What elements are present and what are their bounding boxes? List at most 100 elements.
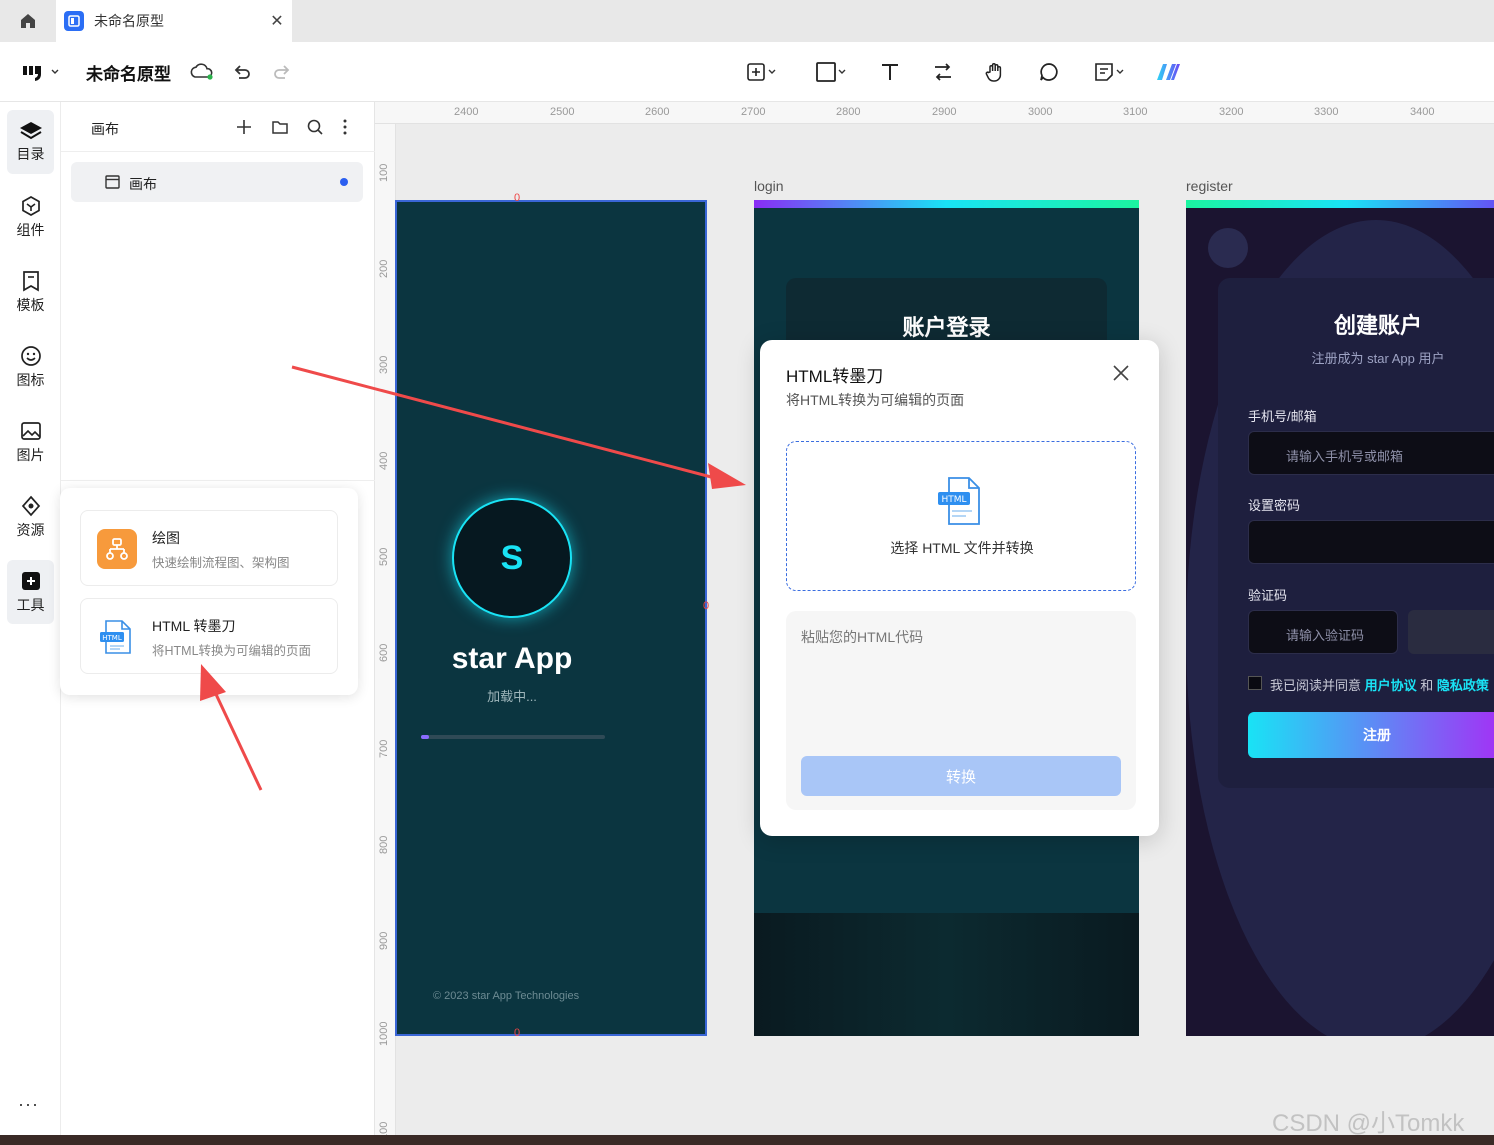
loading-progress-fill: [421, 735, 429, 739]
agree-prefix: 我已阅读并同意: [1270, 678, 1362, 693]
canvas-list-item[interactable]: 画布: [71, 162, 363, 202]
send-code-button[interactable]: [1408, 610, 1494, 654]
splash-app-name: star App: [451, 642, 573, 675]
add-page-button[interactable]: [738, 56, 784, 88]
more-menu-button[interactable]: ···: [18, 1094, 39, 1115]
phone-placeholder: 请输入手机号或邮箱: [1286, 449, 1404, 464]
comment-icon: [1040, 63, 1058, 81]
phone-input[interactable]: 请输入手机号或邮箱: [1248, 431, 1494, 475]
chevron-down-icon: [838, 69, 846, 74]
html-code-textarea[interactable]: 粘贴您的HTML代码 转换: [786, 611, 1136, 810]
password-label: 设置密码: [1248, 498, 1301, 513]
rail-item-icons[interactable]: 图标: [7, 335, 54, 399]
ruler-tick: 100: [378, 1121, 390, 1135]
component-icon: [21, 195, 40, 216]
dialog-close-button[interactable]: [1110, 362, 1132, 384]
main-menu-button[interactable]: [16, 56, 64, 88]
cloud-sync-button[interactable]: [188, 56, 216, 88]
document-title[interactable]: 未命名原型: [86, 60, 171, 85]
phone-label: 手机号/邮箱: [1248, 409, 1317, 424]
template-icon: [22, 270, 39, 291]
app-icon: [64, 11, 84, 31]
tool-card-html-to-modao[interactable]: HTML HTML 转墨刀 将HTML转换为可编辑的页面: [80, 598, 338, 674]
tools-popup: 绘图 快速绘制流程图、架构图 HTML HTML 转墨刀 将HTML转换为可编辑…: [60, 488, 358, 695]
connector-tool-button[interactable]: [929, 56, 957, 88]
password-input[interactable]: [1248, 520, 1494, 564]
svg-text:HTML: HTML: [102, 634, 122, 642]
taskbar-strip: [0, 1135, 1494, 1145]
undo-button[interactable]: [228, 56, 256, 88]
modao-logo-icon: [23, 66, 41, 81]
connector-icon: [935, 63, 951, 81]
more-options-button[interactable]: [334, 116, 356, 138]
code-label: 验证码: [1248, 588, 1288, 603]
tab-title: 未命名原型: [94, 13, 164, 29]
text-tool-button[interactable]: [876, 56, 904, 88]
tool-card-diagram[interactable]: 绘图 快速绘制流程图、架构图: [80, 510, 338, 586]
ruler-tick: 400: [378, 451, 390, 470]
home-button[interactable]: [0, 0, 56, 42]
rail-label: 模板: [16, 296, 45, 313]
terms-link[interactable]: 用户协议: [1365, 678, 1417, 693]
ruler-vertical: 100 200 300 400 500 600 700 800 900 1000…: [375, 124, 396, 1135]
gradient-bar: [1186, 200, 1494, 208]
rail-label: 图片: [16, 446, 45, 463]
back-button-circle[interactable]: [1208, 228, 1248, 268]
ai-button[interactable]: [1154, 56, 1182, 88]
loading-progress-track: [421, 735, 605, 739]
rail-item-components[interactable]: 组件: [7, 185, 54, 249]
html-file-dropzone[interactable]: HTML 选择 HTML 文件并转换: [786, 441, 1136, 591]
search-button[interactable]: [304, 116, 326, 138]
active-dot: [340, 178, 348, 186]
tab-untitled[interactable]: 未命名原型 ✕: [56, 0, 292, 42]
frame-label-register: register: [1186, 178, 1233, 194]
ruler-tick: 1000: [378, 1021, 390, 1046]
convert-button[interactable]: 转换: [801, 756, 1121, 796]
ruler-tick: 2500: [550, 106, 575, 118]
ruler-tick: 2800: [836, 106, 861, 118]
gradient-bar: [754, 200, 1139, 208]
more-vertical-icon: [343, 119, 347, 135]
ruler-tick: 3100: [1123, 106, 1148, 118]
agree-checkbox[interactable]: [1248, 676, 1262, 690]
rail-item-templates[interactable]: 模板: [7, 260, 54, 324]
add-page-icon: [747, 63, 765, 81]
rail-label: 组件: [16, 221, 45, 238]
hand-tool-button[interactable]: [981, 56, 1009, 88]
search-icon: [307, 119, 323, 135]
smiley-icon: [20, 345, 41, 366]
redo-button[interactable]: [268, 56, 296, 88]
rail-item-resources[interactable]: 资源: [7, 485, 54, 549]
note-tool-button[interactable]: [1086, 56, 1132, 88]
add-folder-button[interactable]: [269, 116, 291, 138]
anchor-marker-top: 0: [514, 192, 521, 204]
logo-letter: S: [500, 538, 524, 577]
ruler-tick: 500: [378, 547, 390, 566]
splash-copyright: © 2023 star App Technologies: [433, 990, 580, 1002]
rail-item-catalog[interactable]: 目录: [7, 110, 54, 174]
shape-tool-button[interactable]: [808, 56, 854, 88]
folder-icon: [272, 121, 288, 134]
register-submit-label: 注册: [1363, 727, 1391, 743]
tab-close-icon[interactable]: ✕: [262, 11, 292, 31]
layers-header: 画布: [61, 102, 375, 152]
ruler-tick: 800: [378, 835, 390, 854]
agree-and: 和: [1420, 678, 1434, 693]
register-submit-button[interactable]: 注册: [1248, 712, 1494, 758]
resource-icon: [21, 495, 40, 516]
comment-tool-button[interactable]: [1035, 56, 1063, 88]
code-input[interactable]: 请输入验证码: [1248, 610, 1398, 654]
chevron-down-icon: [1116, 69, 1124, 74]
layers-icon: [19, 121, 42, 139]
rail-label: 资源: [16, 521, 45, 538]
frame-splash[interactable]: S star App 加载中... © 2023 star App Techno…: [395, 200, 707, 1036]
add-page-button[interactable]: [233, 116, 255, 138]
tool-icon: [21, 571, 40, 590]
rail-item-images[interactable]: 图片: [7, 410, 54, 474]
textarea-placeholder: 粘贴您的HTML代码: [801, 629, 924, 645]
rail-item-tools[interactable]: 工具: [7, 560, 54, 624]
privacy-link[interactable]: 隐私政策: [1437, 678, 1489, 693]
tab-bar: 未命名原型 ✕: [0, 0, 1494, 42]
frame-register[interactable]: 创建账户 注册成为 star App 用户 手机号/邮箱 请输入手机号或邮箱 设…: [1186, 200, 1494, 1036]
undo-icon: [234, 65, 250, 79]
